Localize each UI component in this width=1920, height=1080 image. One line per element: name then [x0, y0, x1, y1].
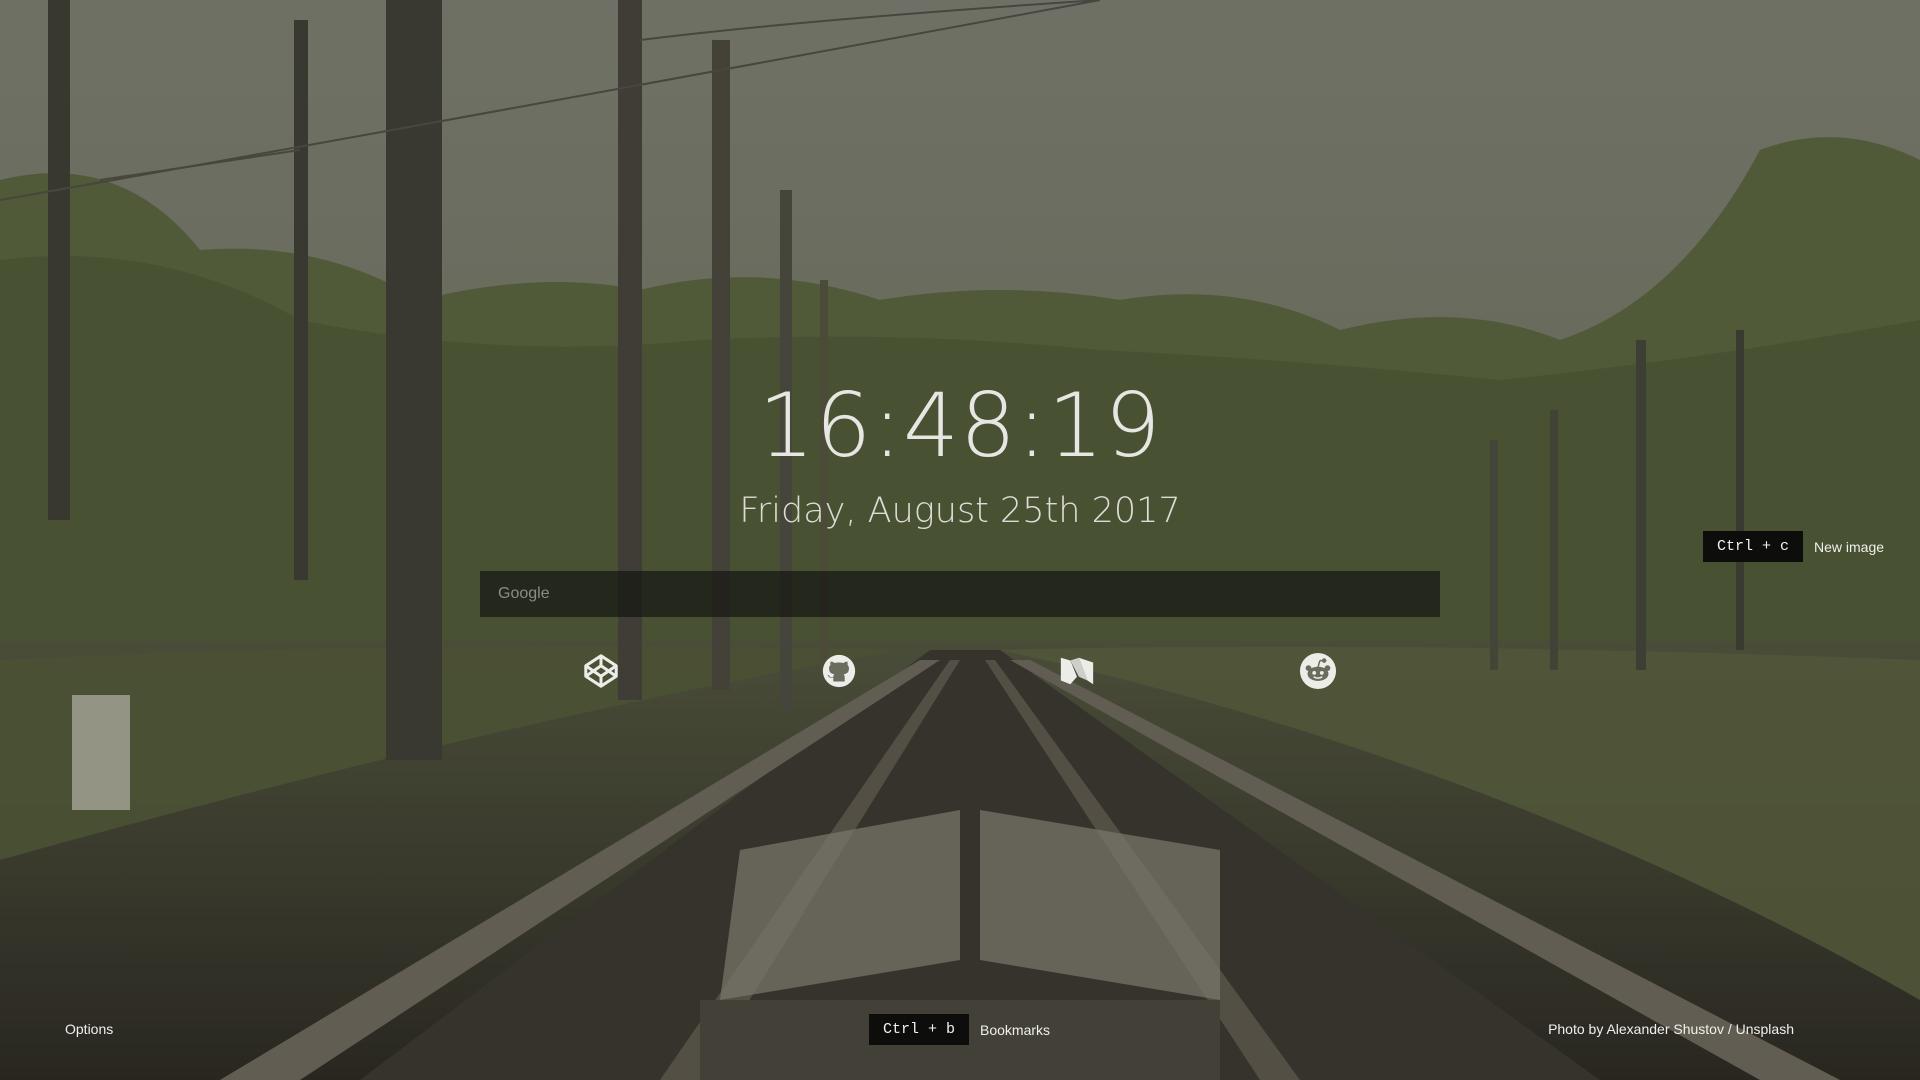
- bookmark-reddit[interactable]: [1298, 651, 1338, 691]
- github-icon: [822, 654, 856, 688]
- bookmarks-label: Bookmarks: [980, 1021, 1051, 1038]
- medium-icon: [1060, 657, 1094, 685]
- new-image-label: New image: [1814, 538, 1885, 555]
- bookmark-github[interactable]: [819, 651, 859, 691]
- photo-credit-link[interactable]: Photo by Alexander Shustov / Unsplash: [1548, 1021, 1794, 1037]
- photo-dim-overlay: [0, 0, 1920, 1080]
- options-link[interactable]: Options: [65, 1021, 113, 1037]
- clock-date: Friday, August 25th 2017: [739, 491, 1181, 531]
- bookmarks-shortcut-key: Ctrl + b: [869, 1014, 970, 1045]
- codepen-icon: [584, 654, 618, 688]
- reddit-icon: [1299, 652, 1337, 690]
- search-input[interactable]: [480, 571, 1440, 617]
- clock-time: 16:48:19: [758, 374, 1162, 477]
- new-tab-page: 16:48:19 Friday, August 25th 2017 Google…: [0, 0, 1920, 1080]
- new-image-shortcut-key: Ctrl + c: [1703, 531, 1804, 562]
- bookmark-codepen[interactable]: [581, 651, 621, 691]
- bookmarks-toggle-button[interactable]: Ctrl + b Bookmarks: [869, 1014, 1050, 1045]
- bookmark-medium[interactable]: [1057, 651, 1097, 691]
- new-image-button[interactable]: Ctrl + c New image: [1703, 531, 1884, 562]
